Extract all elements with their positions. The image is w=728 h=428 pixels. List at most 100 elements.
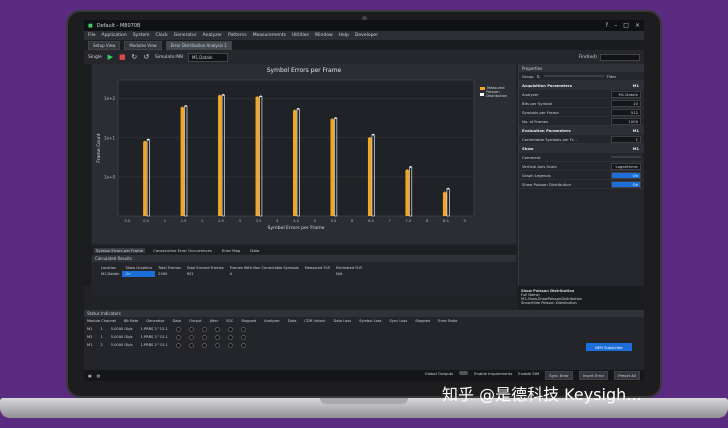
property-value[interactable]: 1: [611, 135, 641, 143]
app-icon[interactable]: ▣: [88, 373, 92, 378]
location-select[interactable]: M1.DataIn: [188, 52, 228, 62]
tab-setup-view[interactable]: Setup View: [88, 40, 121, 50]
chart-legend: Measured Poisson Distribution: [480, 86, 516, 98]
menu-item-application[interactable]: Application: [102, 33, 127, 38]
preset-all-button[interactable]: Preset All: [614, 371, 640, 380]
results-cell: [302, 271, 333, 277]
bar-cap-marker: [406, 169, 409, 171]
status-index: 1: [100, 327, 103, 331]
bar-cap-marker: [293, 109, 296, 112]
bar-cap-marker: [447, 187, 449, 190]
group-label[interactable]: Group: [522, 74, 534, 79]
status-col-header: Jitter: [209, 319, 219, 323]
status-led-icon: [201, 326, 207, 332]
property-row[interactable]: Comment: [519, 153, 644, 162]
property-label: Show: [522, 145, 534, 151]
sort-icon[interactable]: ⇅: [537, 74, 540, 79]
bar-measured: [180, 107, 185, 216]
menu-item-window[interactable]: Window: [315, 33, 333, 38]
menu-item-measurements[interactable]: Measurements: [253, 33, 286, 38]
property-value[interactable]: M1.DataIn: [611, 90, 641, 98]
x-tick-label: 8: [426, 219, 429, 223]
property-value[interactable]: [611, 156, 641, 158]
filter-input[interactable]: [543, 75, 604, 77]
x-tick-label: 0.5: [143, 219, 149, 223]
property-value[interactable]: Logarithmic: [611, 162, 641, 170]
menu-item-help[interactable]: Help: [339, 33, 349, 38]
menu-item-file[interactable]: File: [88, 33, 96, 38]
x-tick-label: 8.5: [443, 219, 449, 223]
tab-data[interactable]: Data: [248, 248, 261, 253]
property-label: Vertical Axis Scale: [522, 163, 557, 169]
property-row[interactable]: No. of Frames 1000: [519, 117, 644, 126]
tab-modules-view[interactable]: Modules View: [124, 40, 162, 50]
stop-icon[interactable]: ■: [119, 53, 126, 61]
property-value[interactable]: On: [611, 171, 641, 179]
global-outputs-toggle[interactable]: [459, 371, 469, 375]
bar-measured: [442, 192, 447, 216]
monitor-icon[interactable]: ▤: [97, 373, 101, 378]
x-tick-label: 7.5: [406, 219, 412, 223]
status-col-header: Sync Loss: [389, 319, 408, 323]
bar-measured: [293, 110, 297, 216]
play-icon[interactable]: ▶: [107, 53, 114, 61]
property-row[interactable]: Graph Legends On: [519, 171, 644, 180]
enable-sim-label[interactable]: Enable SIM: [518, 371, 539, 380]
property-label: Bits per Symbol: [522, 100, 552, 106]
results-cell: N/A: [336, 272, 343, 276]
tab-consecutive-errors[interactable]: Consecutive Error Occurrences: [151, 248, 214, 253]
menu-item-clock[interactable]: Clock: [155, 33, 167, 38]
filter-label[interactable]: Filter: [607, 74, 616, 79]
help-icon[interactable]: ?: [605, 22, 608, 29]
property-row[interactable]: Show Poisson Distribution On: [519, 180, 644, 189]
property-row[interactable]: Bits per Symbol 10: [519, 99, 644, 108]
menu-item-patterns[interactable]: Patterns: [228, 33, 247, 38]
minimize-icon[interactable]: –: [614, 22, 617, 29]
property-value[interactable]: 10: [611, 99, 641, 107]
status-col-header: Data Loss: [333, 319, 352, 323]
tab-error-distribution[interactable]: Error Distribution Analysis 1: [165, 40, 232, 50]
property-row[interactable]: Correctable Symbols per Fr... 1: [519, 135, 644, 144]
property-row[interactable]: Symbols per Frame 512: [519, 108, 644, 117]
status-col-header: Data: [287, 319, 297, 323]
ber-subscribe-button[interactable]: BER Subscribe: [586, 343, 632, 351]
property-row: Evaluation Parameters M1: [519, 126, 644, 135]
status-channel: M1: [87, 343, 93, 347]
results-cell[interactable]: On: [122, 271, 156, 277]
menu-item-analyzer[interactable]: Analyzer: [203, 33, 223, 38]
menu-item-system[interactable]: System: [133, 33, 150, 38]
menu-item-generator[interactable]: Generator: [174, 33, 197, 38]
maximize-icon[interactable]: □: [623, 22, 629, 29]
property-value[interactable]: 1000: [611, 117, 641, 125]
insert-error-button[interactable]: Insert Error: [578, 371, 609, 380]
property-value: M1: [632, 127, 639, 133]
menu-item-utilities[interactable]: Utilities: [292, 33, 309, 38]
bar-measured: [218, 95, 222, 216]
y-tick-label: 1e+1: [104, 135, 115, 140]
menu-item-developer[interactable]: Developer: [355, 33, 378, 38]
main-area: Symbol Errors per Frame 1e+2 1e+1 1e+0 0.0 0…: [84, 64, 644, 334]
status-led-icon: [227, 334, 233, 340]
bar-cap-marker: [184, 105, 187, 107]
property-row[interactable]: Analyzer M1.DataIn: [519, 90, 644, 99]
status-row: M2 1 5.0000 Gb/s 1.PRBS 2^15-1: [84, 333, 644, 341]
property-label: Evaluation Parameters: [522, 127, 571, 133]
close-icon[interactable]: ×: [635, 22, 640, 29]
sync-error-button[interactable]: Sync Error: [545, 371, 573, 380]
undo-icon[interactable]: ↺: [143, 53, 150, 61]
property-value[interactable]: 512: [611, 108, 641, 116]
property-row[interactable]: Vertical Axis Scale Logarithmic: [519, 162, 644, 171]
left-dock-strip[interactable]: [84, 64, 91, 286]
x-tick-label: 9: [463, 219, 466, 223]
bar-measured: [143, 141, 147, 216]
x-tick-label: 4.5: [293, 219, 299, 223]
refresh-icon[interactable]: ↻: [131, 53, 138, 61]
bar-cap-marker: [409, 166, 412, 168]
find-input[interactable]: [600, 53, 640, 61]
enable-impairments-label[interactable]: Enable Impairments: [474, 371, 512, 380]
property-value[interactable]: On: [611, 180, 641, 188]
tab-symbol-errors[interactable]: Symbol Errors per Frame: [94, 247, 146, 253]
status-header: Status Indicators: [84, 310, 644, 317]
tab-error-map[interactable]: Error Map: [220, 248, 242, 253]
single-label: Single: [88, 54, 102, 60]
